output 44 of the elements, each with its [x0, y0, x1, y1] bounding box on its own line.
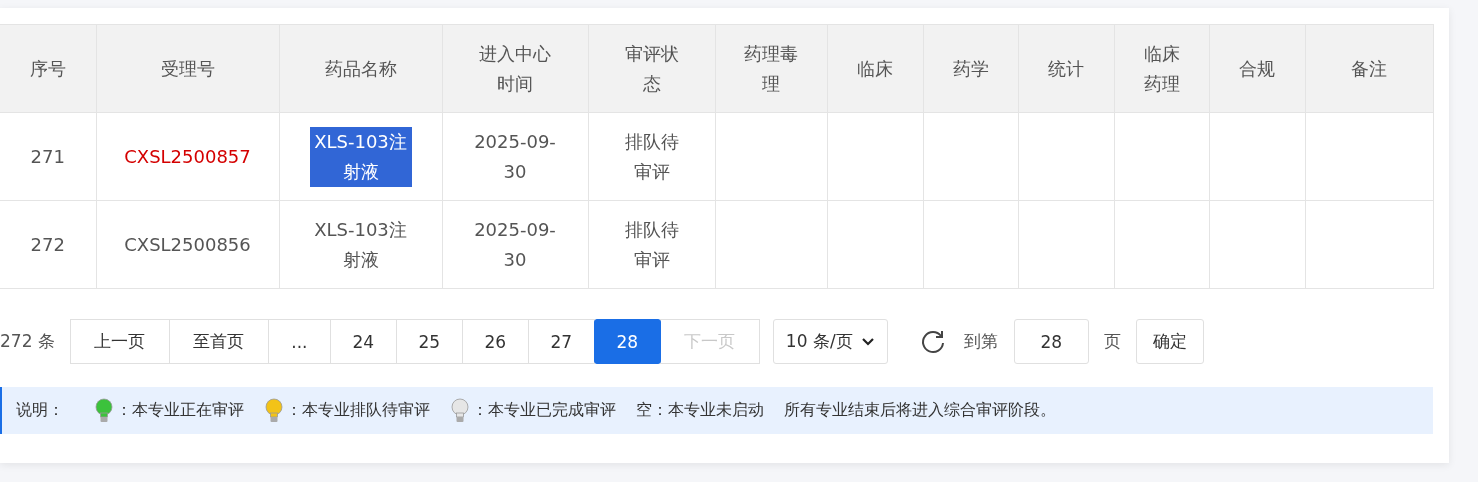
goto-label: 到第: [963, 330, 998, 353]
table-cell: 排队待审评: [588, 112, 715, 201]
page-button[interactable]: 26: [461, 319, 529, 364]
drug-name: XLS-103注射液: [313, 217, 408, 272]
table-cell: 272: [0, 200, 96, 289]
refresh-icon[interactable]: [919, 328, 946, 355]
legend-text: ：本专业正在审评: [116, 400, 244, 421]
chevron-down-icon: [860, 336, 875, 347]
column-header: 受理号: [96, 24, 279, 113]
page-button[interactable]: 上一页: [69, 319, 170, 364]
page-button[interactable]: 24: [329, 319, 397, 364]
column-header: 药理毒理: [715, 24, 827, 113]
column-header: 临床: [827, 24, 923, 113]
legend-text: ：本专业已完成审评: [472, 400, 616, 421]
page-button[interactable]: ...: [267, 319, 331, 364]
column-header: 临床药理: [1114, 24, 1209, 113]
page-button[interactable]: 27: [527, 319, 595, 364]
column-header: 药学: [923, 24, 1018, 113]
column-header: 统计: [1018, 24, 1114, 113]
column-header: 备注: [1305, 24, 1433, 113]
table-cell: CXSL2500857: [96, 112, 279, 201]
table-cell: 271: [0, 112, 96, 201]
total-count: 272 条: [0, 330, 55, 353]
page-button[interactable]: 28: [593, 319, 661, 364]
page-size-select[interactable]: 10 条/页: [772, 319, 888, 364]
drug-name: XLS-103注射液: [309, 126, 412, 187]
column-header: 审评状态: [588, 24, 715, 113]
page-button[interactable]: 25: [395, 319, 463, 364]
legend-text: 空：本专业未启动: [636, 400, 764, 421]
legend-text: ：本专业排队待审评: [286, 400, 430, 421]
column-header: 药品名称: [279, 24, 442, 113]
legend-text: 所有专业结束后将进入综合审评阶段。: [784, 400, 1056, 421]
page-input[interactable]: 28: [1013, 319, 1089, 364]
table-cell: 2025-09-30: [442, 200, 588, 289]
column-header: 合规: [1209, 24, 1305, 113]
table-cell: 2025-09-30: [442, 112, 588, 201]
legend-label: 说明：: [16, 400, 64, 421]
page-button[interactable]: 至首页: [168, 319, 269, 364]
column-header: 进入中心时间: [442, 24, 588, 113]
page-unit: 页: [1103, 330, 1121, 353]
table-cell: CXSL2500856: [96, 200, 279, 289]
table-cell: 排队待审评: [588, 200, 715, 289]
column-header: 序号: [0, 24, 96, 113]
confirm-button[interactable]: 确定: [1135, 319, 1204, 364]
